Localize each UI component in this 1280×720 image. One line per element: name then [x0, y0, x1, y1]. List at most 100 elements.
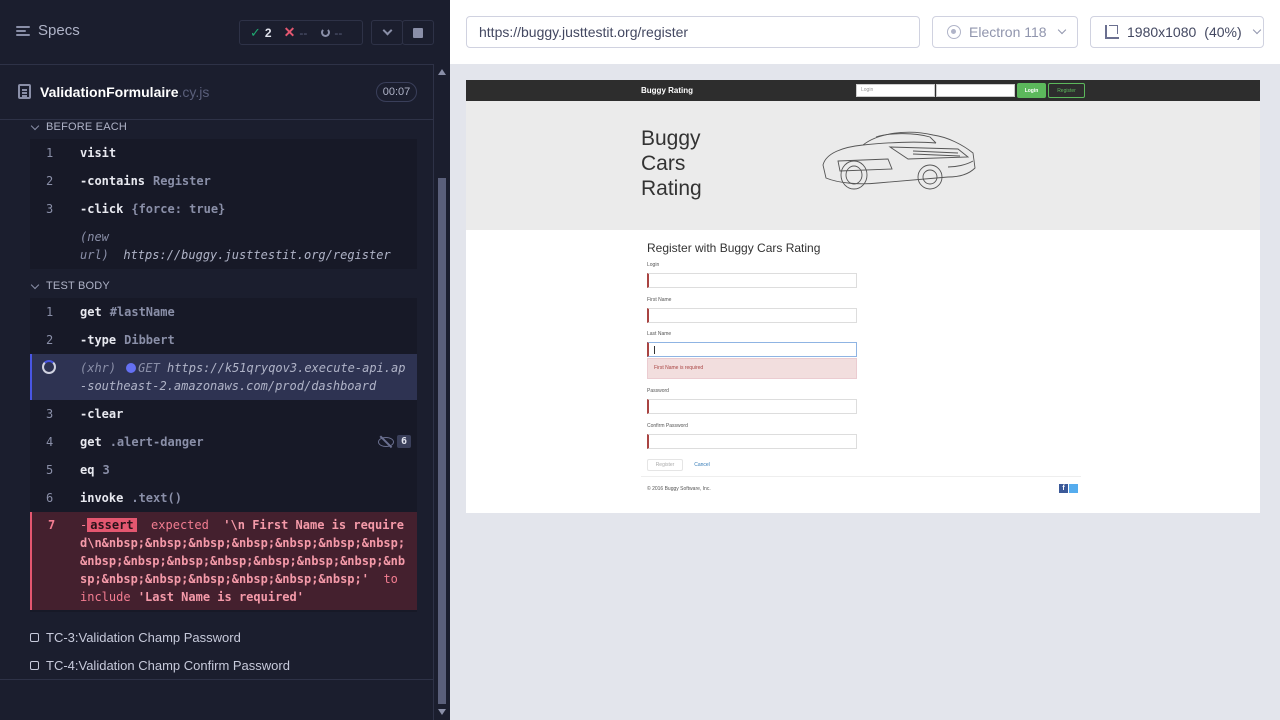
assertion-keyword: expected: [151, 518, 209, 532]
aut-login-field[interactable]: [647, 273, 857, 288]
menu-icon: [16, 25, 30, 37]
command-row[interactable]: 1 get #lastName: [30, 298, 417, 326]
command-message: .alert-danger: [109, 435, 204, 449]
test-item-tc4[interactable]: TC-4:Validation Champ Confirm Password: [30, 658, 290, 673]
command-name: get #lastName: [80, 305, 175, 319]
test-title: TC-4:Validation Champ Confirm Password: [46, 658, 290, 673]
command-message: 3: [102, 463, 110, 477]
command-row[interactable]: 3 -clear: [30, 400, 417, 428]
browser-selector[interactable]: Electron 118: [932, 16, 1078, 48]
failed-count: --: [299, 25, 308, 40]
scrollbar-thumb[interactable]: [438, 178, 446, 704]
auto-scroll-button[interactable]: [371, 20, 403, 45]
command-number: 6: [46, 491, 54, 505]
aut-password-field[interactable]: [647, 399, 857, 414]
xhr-row[interactable]: (xhr) GET https://k51qryqov3.execute-api.…: [30, 354, 417, 400]
eye-off-icon: [377, 436, 394, 447]
xhr-method: GET: [138, 361, 160, 375]
test-title: TC-3:Validation Champ Password: [46, 630, 241, 645]
command-name-text: eq: [80, 463, 95, 477]
spec-file-name[interactable]: ValidationFormulaire.cy.js: [40, 84, 209, 100]
command-row[interactable]: 6 invoke .text(): [30, 484, 417, 512]
command-row[interactable]: 1 visit: [30, 139, 417, 167]
aut-cancel-link[interactable]: Cancel: [688, 459, 716, 471]
specs-toggle-button[interactable]: Specs: [16, 22, 80, 39]
command-name: -contains Register: [80, 174, 211, 188]
command-name: visit: [80, 146, 117, 160]
command-number: 3: [46, 407, 54, 421]
aut-navbar: Buggy Rating Login Login Register: [466, 80, 1260, 101]
aut-hero-title: Buggy Cars Rating: [641, 127, 702, 200]
aut-confirm-password-field[interactable]: [647, 434, 857, 449]
twitter-icon[interactable]: [1069, 484, 1078, 493]
aut-login-input[interactable]: Login: [856, 84, 935, 97]
chevron-down-icon: [1252, 25, 1261, 35]
spec-file-ext: .cy.js: [178, 84, 210, 100]
aut-brand-link[interactable]: Buggy Rating: [641, 86, 693, 95]
facebook-icon[interactable]: f: [1059, 484, 1068, 493]
command-number: 1: [46, 305, 54, 319]
command-name: invoke .text(): [80, 491, 182, 505]
stop-button[interactable]: [402, 20, 434, 45]
pending-dot-icon: [126, 363, 137, 373]
new-url-label-2: url): [80, 248, 109, 262]
before-each-header[interactable]: BEFORE EACH: [30, 117, 417, 137]
command-name: -clear: [80, 407, 124, 421]
command-name-text: -click: [80, 202, 124, 216]
command-message: .text(): [131, 491, 182, 505]
command-name-text: -type: [80, 333, 117, 347]
aut-login-button[interactable]: Login: [1017, 83, 1046, 98]
ruler-icon: [1105, 25, 1119, 39]
command-row[interactable]: 4 get .alert-danger 6: [30, 428, 417, 456]
aut-header: https://buggy.justtestit.org/register El…: [450, 0, 1280, 64]
electron-icon: [947, 25, 961, 39]
chevron-down-icon: [30, 280, 40, 289]
command-name: get .alert-danger: [80, 435, 204, 449]
command-name-text: get: [80, 435, 102, 449]
chevron-down-icon: [382, 25, 392, 36]
scroll-up-arrow-icon[interactable]: [438, 69, 446, 75]
viewport-info-button[interactable]: 1980x1080 (40%): [1090, 16, 1264, 48]
command-number: 1: [46, 146, 54, 160]
command-number: 3: [46, 202, 54, 216]
aut-footer-copyright: © 2016 Buggy Software, Inc.: [647, 486, 711, 492]
command-message: Register: [153, 174, 211, 188]
check-icon: ✓: [250, 24, 261, 40]
spec-title-row: ValidationFormulaire.cy.js 00:07: [0, 66, 433, 120]
stop-icon: [413, 27, 423, 38]
command-row[interactable]: 2 -contains Register: [30, 167, 417, 195]
aut-label-login: Login: [647, 262, 660, 268]
aut-label-password: Password: [647, 388, 669, 394]
aut-label-first-name: First Name: [647, 297, 672, 303]
command-row[interactable]: 3 -click {force: true}: [30, 195, 417, 223]
aut-url-bar[interactable]: https://buggy.justtestit.org/register: [466, 16, 920, 48]
command-name: -type Dibbert: [80, 333, 175, 347]
aut-last-name-field[interactable]: [647, 342, 857, 357]
failed-assertion-row[interactable]: 7 - assert expected '\n First Name is req…: [30, 512, 417, 610]
chevron-down-icon: [1057, 25, 1066, 35]
aut-first-name-field[interactable]: [647, 308, 857, 323]
new-url-value: https://buggy.justtestit.org/register: [123, 248, 391, 262]
command-log-scrollbar[interactable]: [433, 64, 450, 720]
command-row[interactable]: 2 -type Dibbert: [30, 326, 417, 354]
command-number: 2: [46, 174, 54, 188]
document-icon: [18, 84, 31, 99]
before-each-title: BEFORE EACH: [46, 121, 128, 133]
test-body-commands: 1 get #lastName 2 -type Dibbert (xhr) GET h…: [30, 298, 417, 612]
command-name-text: get: [80, 305, 102, 319]
aut-label-confirm-password: Confirm Password: [647, 423, 688, 429]
command-name: -click {force: true}: [80, 202, 225, 216]
scroll-down-arrow-icon[interactable]: [438, 709, 446, 715]
aut-alert-danger: First Name is required: [647, 358, 857, 379]
aut-register-link[interactable]: Register: [1048, 83, 1085, 98]
test-body-title: TEST BODY: [46, 280, 110, 292]
pending-icon: [321, 28, 331, 37]
command-row[interactable]: 5 eq 3: [30, 456, 417, 484]
new-url-label: (new: [80, 230, 109, 244]
new-url-row[interactable]: (new url) https://buggy.justtestit.org/r…: [30, 223, 417, 264]
aut-register-submit-button[interactable]: Register: [647, 459, 683, 471]
test-body-header[interactable]: TEST BODY: [30, 276, 417, 296]
command-number: 5: [46, 463, 54, 477]
test-item-tc3[interactable]: TC-3:Validation Champ Password: [30, 630, 241, 645]
aut-password-input[interactable]: [936, 84, 1015, 97]
